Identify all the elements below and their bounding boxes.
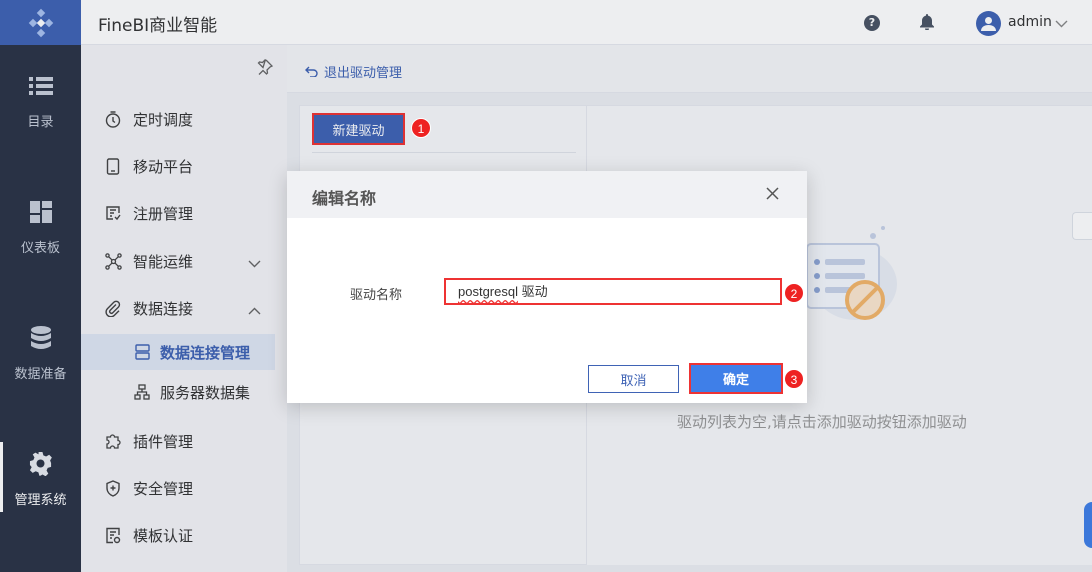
driver-name-value-rest: 驱动 <box>517 284 548 299</box>
dialog-header: 编辑名称 <box>287 171 807 218</box>
driver-name-input[interactable]: postgresql 驱动 <box>444 278 782 305</box>
step-badge-3: 3 <box>784 369 804 389</box>
step-badge-1: 1 <box>411 118 431 138</box>
cancel-button[interactable]: 取消 <box>588 365 679 393</box>
edit-name-dialog: 编辑名称 驱动名称 postgresql 驱动 取消 确定 <box>287 171 807 403</box>
step-badge-2: 2 <box>784 283 804 303</box>
confirm-button[interactable]: 确定 <box>689 363 783 394</box>
driver-name-label: 驱动名称 <box>350 288 403 303</box>
driver-name-value-word: postgresql <box>458 284 518 299</box>
close-icon[interactable] <box>766 187 779 204</box>
dialog-title: 编辑名称 <box>312 189 377 208</box>
